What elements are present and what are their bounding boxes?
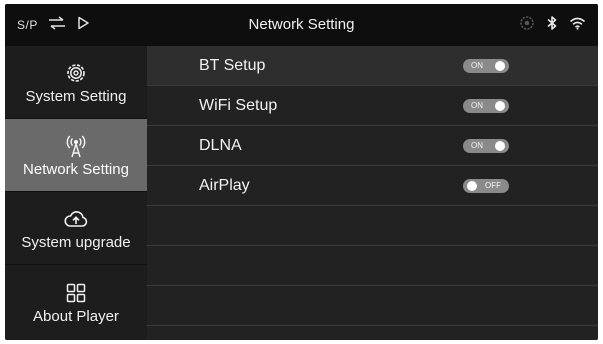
cloud-upload-icon xyxy=(64,206,88,232)
wifi-toggle[interactable]: ON xyxy=(463,99,509,113)
airplay-toggle[interactable]: OFF xyxy=(463,179,509,193)
app-screen: S/P Network Setting System Setting Netwo… xyxy=(5,4,598,340)
sidebar: System Setting Network Setting System up… xyxy=(5,46,147,340)
status-bar-right xyxy=(519,4,586,46)
toggle-text: ON xyxy=(471,61,483,70)
sidebar-item-system-setting[interactable]: System Setting xyxy=(5,46,147,119)
settings-panel: BT Setup ON WiFi Setup ON DLNA ON AirPla… xyxy=(147,46,598,340)
sidebar-item-network-setting[interactable]: Network Setting xyxy=(5,119,147,192)
toggle-text: ON xyxy=(471,101,483,110)
toggle-knob xyxy=(495,101,505,111)
antenna-icon xyxy=(65,133,87,159)
setting-label: DLNA xyxy=(199,137,242,154)
setting-label: AirPlay xyxy=(199,177,250,194)
setting-row-bt[interactable]: BT Setup ON xyxy=(147,46,598,86)
wifi-icon xyxy=(569,16,586,35)
status-bar: S/P Network Setting xyxy=(5,4,598,46)
sidebar-item-label: About Player xyxy=(33,308,119,325)
bluetooth-icon xyxy=(547,15,557,36)
toggle-text: OFF xyxy=(485,181,501,190)
empty-row xyxy=(147,206,598,246)
setting-row-wifi[interactable]: WiFi Setup ON xyxy=(147,86,598,126)
setting-label: BT Setup xyxy=(199,57,266,74)
bt-toggle[interactable]: ON xyxy=(463,59,509,73)
sidebar-item-system-upgrade[interactable]: System upgrade xyxy=(5,192,147,265)
dlna-toggle[interactable]: ON xyxy=(463,139,509,153)
gear-icon xyxy=(65,60,87,86)
sidebar-item-label: System upgrade xyxy=(21,233,131,251)
setting-row-airplay[interactable]: AirPlay OFF xyxy=(147,166,598,206)
empty-row xyxy=(147,286,598,326)
toggle-text: ON xyxy=(471,141,483,150)
setting-label: WiFi Setup xyxy=(199,97,278,114)
empty-row xyxy=(147,246,598,286)
sidebar-item-label: System Setting xyxy=(25,87,127,105)
toggle-knob xyxy=(495,141,505,151)
sidebar-item-label: Network Setting xyxy=(23,160,129,178)
page-title: Network Setting xyxy=(248,16,355,33)
sidebar-item-about-player[interactable]: About Player xyxy=(5,265,147,340)
grid-icon xyxy=(66,280,86,306)
toggle-knob xyxy=(467,181,477,191)
toggle-knob xyxy=(495,61,505,71)
gear-badge-icon xyxy=(519,15,535,36)
setting-row-dlna[interactable]: DLNA ON xyxy=(147,126,598,166)
